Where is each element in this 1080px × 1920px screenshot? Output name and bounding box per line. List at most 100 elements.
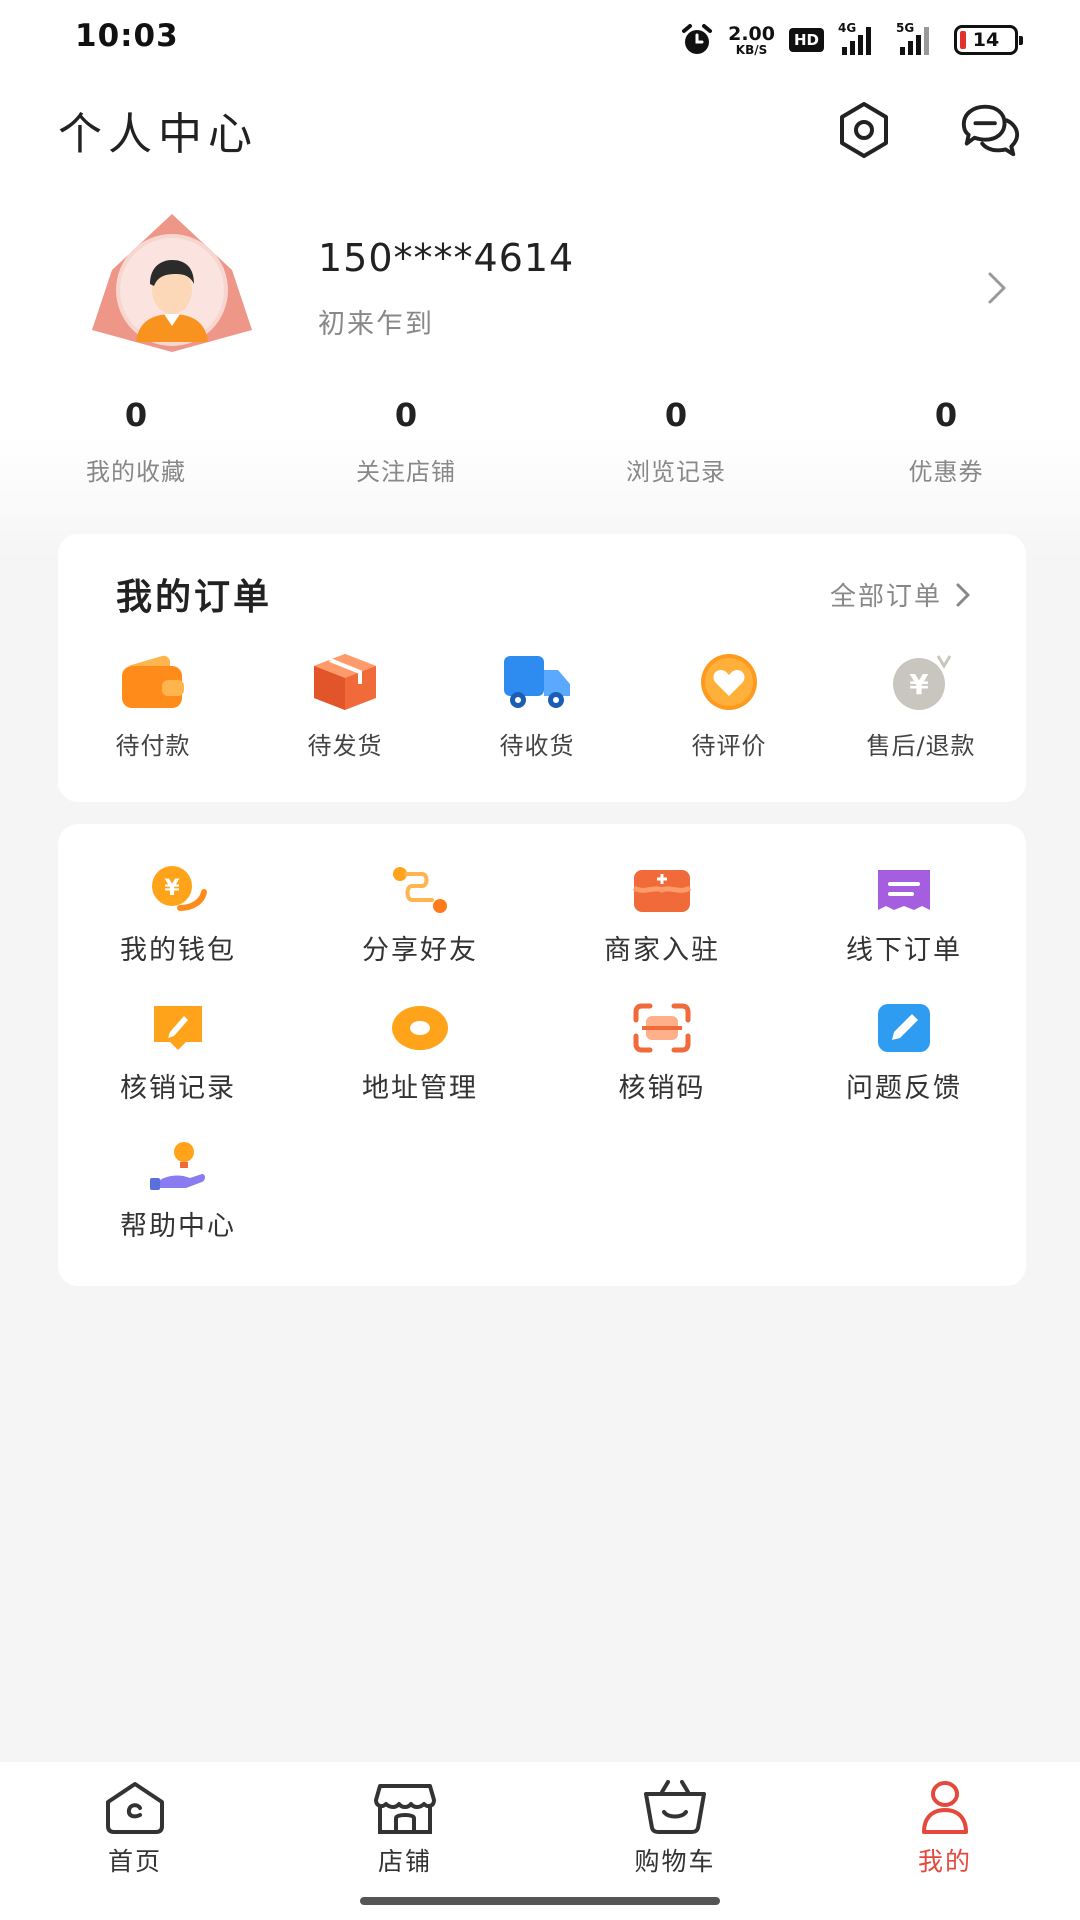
order-after-sales-refund[interactable]: ¥ 售后/退款 [846,652,996,761]
service-label: 分享好友 [362,935,478,966]
delivery-truck-icon [504,656,570,708]
share-route-icon [393,867,447,913]
wallet-icon [122,655,184,708]
status-time: 10:03 [75,18,179,54]
signal-5g-label: 5G [896,21,915,35]
stat-value: 0 [124,396,148,434]
service-label: 核销码 [618,1073,706,1104]
battery-icon: 14 [954,25,1023,55]
service-offline-orders[interactable]: 线下订单 [804,864,1004,967]
avatar-image [92,214,252,352]
wallet-coin-icon: ¥ [152,866,207,911]
nav-cart[interactable]: 购物车 [605,1778,745,1878]
network-speed: 2.00 KB/S [728,22,775,57]
settings-button[interactable] [832,98,896,162]
battery-level: 14 [972,29,1000,51]
stat-value: 0 [664,396,688,434]
nav-store[interactable]: 店铺 [335,1778,475,1878]
stat-coupons[interactable]: 0 优惠券 [846,396,1046,487]
ticket-icon [878,870,930,910]
feedback-pen-icon [878,1004,930,1052]
hd-badge: HD [788,28,824,52]
service-feedback[interactable]: 问题反馈 [804,1002,1004,1105]
refund-coin-icon: ¥ [893,655,952,710]
nav-label: 我的 [917,1847,972,1876]
stat-label: 关注店铺 [356,458,456,486]
nav-label: 购物车 [634,1847,716,1876]
service-wallet[interactable]: ¥ 我的钱包 [78,864,278,967]
merchant-box-icon [632,870,692,912]
message-chat-icon [961,104,1020,157]
stat-label: 浏览记录 [626,458,726,486]
service-share[interactable]: 分享好友 [320,864,520,967]
alarm-icon [682,24,713,54]
profile-icon [922,1781,968,1834]
edit-record-icon [154,1006,202,1050]
order-item-label: 售后/退款 [866,732,976,760]
help-lightbulb-icon [150,1142,205,1190]
all-orders-label: 全部订单 [829,582,942,612]
order-item-label: 待发货 [307,732,383,760]
stat-label: 优惠券 [908,458,984,486]
service-label: 商家入驻 [604,935,720,966]
stat-value: 0 [934,396,958,434]
service-redemption-code[interactable]: 核销码 [562,1002,762,1105]
stats-row: 0 我的收藏 0 关注店铺 0 浏览记录 0 优惠券 [0,396,1080,496]
all-orders-link[interactable]: 全部订单 [830,576,972,613]
service-address-management[interactable]: 地址管理 [320,1002,520,1105]
service-label: 问题反馈 [846,1073,962,1104]
signal-4g-label: 4G [838,21,857,35]
stat-label: 我的收藏 [86,458,186,486]
service-label: 核销记录 [120,1073,236,1104]
order-pending-payment[interactable]: 待付款 [78,652,228,761]
avatar[interactable] [92,210,252,360]
message-button[interactable] [958,98,1022,162]
service-merchant-join[interactable]: 商家入驻 [562,864,762,967]
store-icon [374,1784,436,1834]
battery-fill [960,31,966,49]
order-item-label: 待评价 [691,732,767,760]
home-icon [106,1782,164,1834]
network-speed-unit: KB/S [735,42,768,57]
package-icon [314,654,376,710]
heart-icon [701,654,757,710]
order-item-label: 待收货 [499,732,575,760]
order-item-label: 待付款 [115,732,191,760]
stat-favorites[interactable]: 0 我的收藏 [36,396,236,487]
stat-value: 0 [394,396,418,434]
nav-home[interactable]: 首页 [65,1778,205,1878]
shopping-basket-icon [644,1780,706,1834]
home-indicator[interactable] [360,1897,720,1905]
svg-text:¥: ¥ [909,668,929,701]
service-label: 我的钱包 [120,935,236,966]
profile-page: 10:03 2.00 KB/S HD 4G 5G 14 个人中心 150****… [0,0,1080,1920]
member-level: 初来乍到 [318,309,434,340]
service-label: 帮助中心 [120,1211,236,1242]
scan-code-icon [633,1003,691,1053]
network-speed-value: 2.00 [728,22,775,45]
signal-4g-icon: 4G [838,21,882,55]
chevron-right-icon [956,583,970,606]
orders-title: 我的订单 [116,577,273,618]
stat-browse-history[interactable]: 0 浏览记录 [576,396,776,487]
user-phone: 150****4614 [318,236,575,280]
service-label: 线下订单 [846,935,962,966]
order-pending-review[interactable]: 待评价 [654,652,804,761]
nav-label: 首页 [107,1847,162,1876]
status-icons: 2.00 KB/S HD 4G 5G 14 [680,20,1023,60]
order-pending-receipt[interactable]: 待收货 [462,652,612,761]
stat-followed-stores[interactable]: 0 关注店铺 [306,396,506,487]
nav-label: 店铺 [377,1847,432,1876]
service-redemption-records[interactable]: 核销记录 [78,1002,278,1105]
status-bar: 10:03 2.00 KB/S HD 4G 5G 14 [0,0,1080,78]
chevron-right-icon[interactable] [982,268,1012,308]
location-ring-icon [392,1006,448,1050]
settings-hexagon-icon [840,102,888,158]
nav-profile[interactable]: 我的 [875,1778,1015,1878]
services-card: ¥ 我的钱包 分享好友 商家入驻 线下订单 核销记录 地址管理 核销码 问题反馈… [58,824,1026,1286]
service-help-center[interactable]: 帮助中心 [78,1140,278,1243]
order-pending-shipment[interactable]: 待发货 [270,652,420,761]
service-label: 地址管理 [362,1073,478,1104]
svg-text:¥: ¥ [164,876,180,901]
orders-card: 我的订单 全部订单 待付款 待发货 待收货 待评价 ¥ 售后/退款 [58,534,1026,802]
